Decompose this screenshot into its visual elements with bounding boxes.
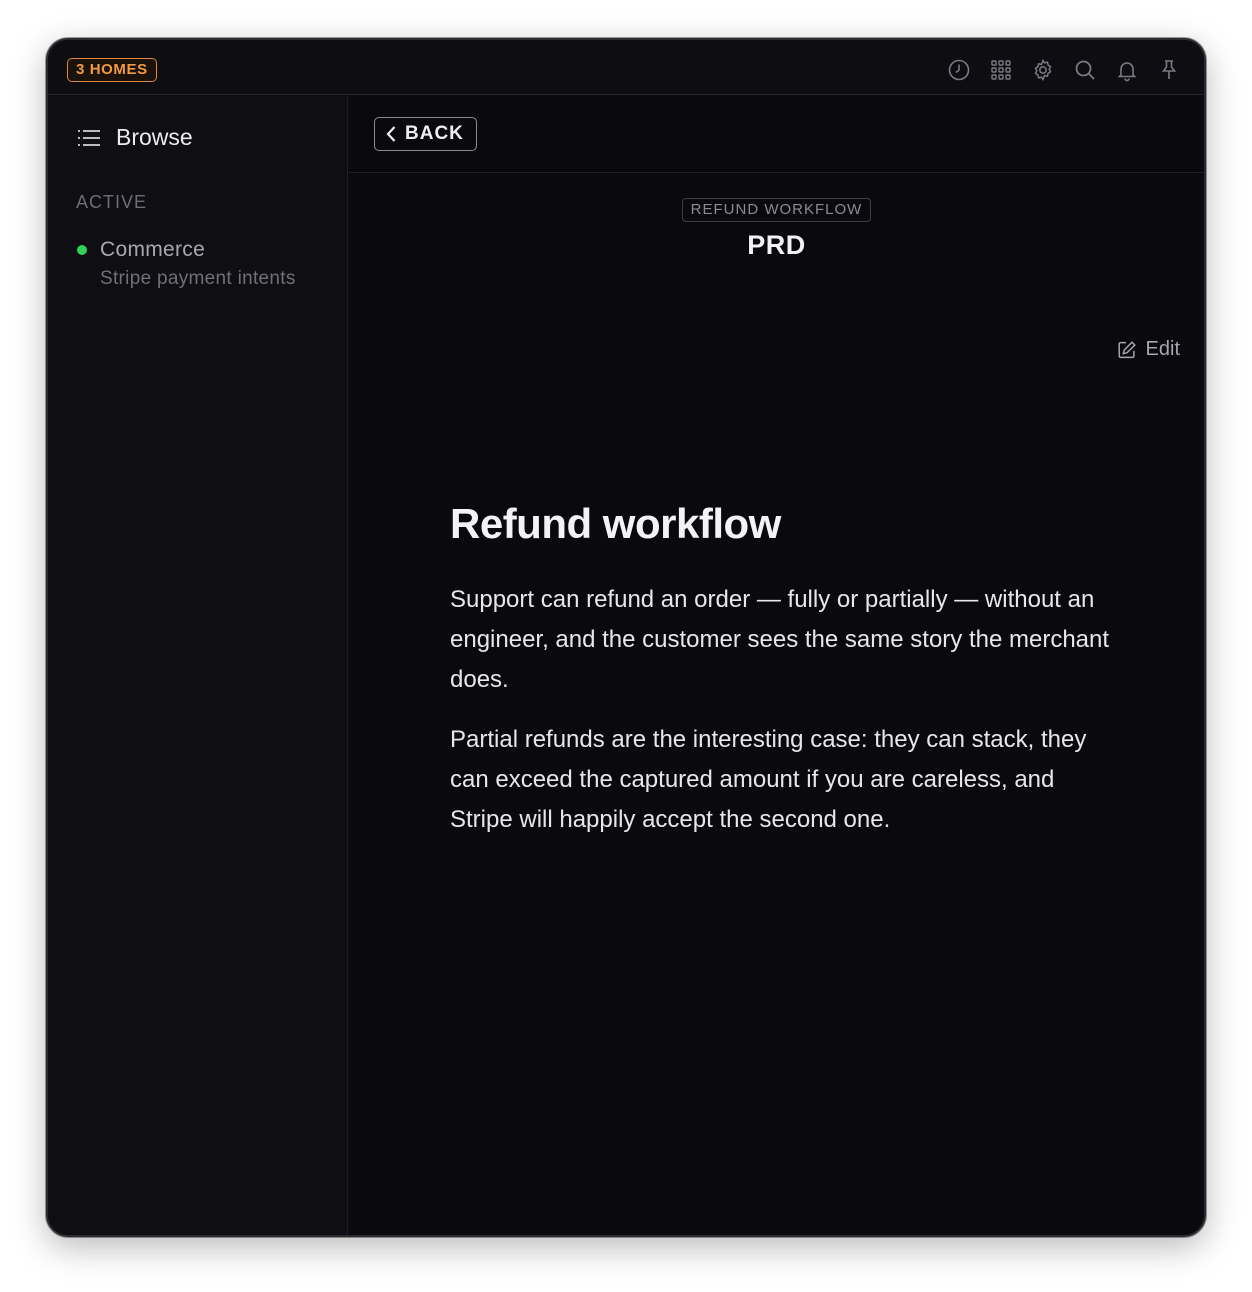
- project-name: Commerce: [100, 238, 206, 261]
- edit-label: Edit: [1145, 338, 1180, 360]
- project-item-commerce[interactable]: Commerce Stripe payment intents: [76, 236, 326, 292]
- document-body: Refund workflow Support can refund an or…: [450, 498, 1120, 840]
- gear-icon[interactable]: [1022, 56, 1064, 84]
- chevron-left-icon: [386, 126, 396, 142]
- document-paragraph: Support can refund an order — fully or p…: [450, 586, 1110, 693]
- edit-button[interactable]: Edit: [1116, 338, 1180, 361]
- back-button[interactable]: BACK: [374, 117, 477, 151]
- document-kind-badge: REFUND WORKFLOW: [681, 198, 872, 222]
- list-icon: [78, 129, 100, 146]
- browse-button[interactable]: Browse: [76, 124, 193, 151]
- document-meta: REFUND WORKFLOW PRD: [349, 198, 1204, 261]
- document-paragraph: Partial refunds are the interesting case…: [450, 726, 1087, 833]
- document-title: Refund workflow: [450, 500, 781, 547]
- main-header: BACK: [349, 96, 1204, 173]
- back-label: BACK: [405, 123, 464, 144]
- app-window: 3 HOMES Browse ACTIVE Commerce Stripe pa…: [46, 38, 1206, 1237]
- history-icon[interactable]: [938, 56, 980, 84]
- edit-icon: [1118, 340, 1136, 358]
- search-icon[interactable]: [1064, 56, 1106, 84]
- browse-label: Browse: [116, 124, 193, 150]
- apps-grid-icon[interactable]: [980, 56, 1022, 84]
- main-content: BACK REFUND WORKFLOW PRD Edit Refund wor…: [349, 96, 1204, 1235]
- document-type: PRD: [747, 230, 806, 260]
- section-label-active: ACTIVE: [76, 192, 148, 212]
- bell-icon[interactable]: [1106, 56, 1148, 84]
- pin-icon[interactable]: [1148, 56, 1190, 84]
- top-bar: 3 HOMES: [48, 40, 1204, 95]
- project-description: Stripe payment intents: [100, 268, 296, 289]
- status-dot: [77, 245, 87, 255]
- homes-badge[interactable]: 3 HOMES: [67, 58, 157, 82]
- top-icons: [938, 56, 1190, 84]
- sidebar: Browse ACTIVE Commerce Stripe payment in…: [48, 96, 348, 1235]
